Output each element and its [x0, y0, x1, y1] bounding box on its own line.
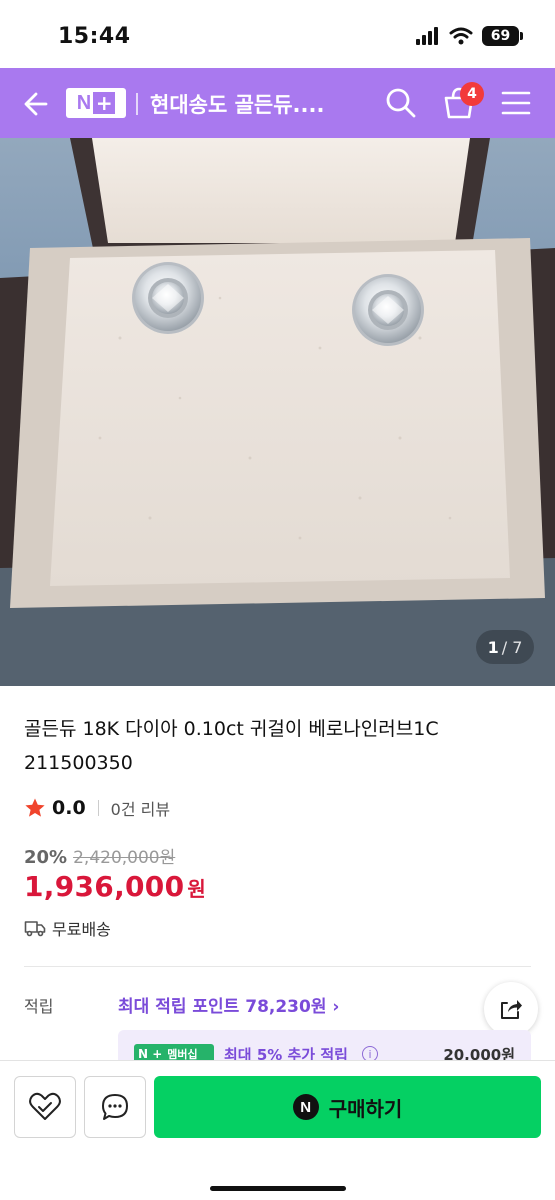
right-earring [352, 274, 424, 346]
points-label: 적립 [24, 997, 54, 1016]
sale-price-unit: 원 [187, 877, 206, 901]
back-arrow-icon[interactable] [18, 88, 50, 120]
status-icons: 69 [416, 26, 523, 46]
battery-level: 69 [490, 28, 511, 44]
sale-price-row: 1,936,000 원 [24, 870, 206, 903]
sale-price: 1,936,000 [24, 870, 185, 903]
review-count[interactable]: 0건 리뷰 [111, 796, 170, 820]
buy-button-label: 구매하기 [328, 1096, 403, 1121]
rating-value: 0.0 [52, 797, 86, 819]
delivery-info: 무료배송 [52, 920, 111, 939]
membership-badge-logo: N + [138, 1047, 163, 1061]
logo-n: N [76, 91, 92, 114]
image-counter: 1 / 7 [476, 630, 534, 664]
left-earring [132, 262, 204, 334]
delivery-row: 무료배송 [24, 916, 111, 940]
status-time: 15:44 [58, 24, 131, 49]
buy-button[interactable]: N 구매하기 [154, 1076, 541, 1138]
header-divider [136, 93, 138, 115]
discount-row: 20% 2,420,000원 [24, 843, 175, 868]
earring-photo [0, 138, 555, 686]
star-icon [25, 798, 45, 817]
share-button[interactable] [484, 982, 538, 1036]
product-image[interactable] [0, 138, 555, 686]
rating-separator [97, 800, 99, 816]
naver-pay-icon: N [292, 1094, 319, 1120]
section-divider [24, 966, 531, 967]
status-bar: 15:44 69 [0, 0, 555, 68]
cart-count: 4 [467, 86, 477, 102]
image-counter-total: / 7 [501, 637, 523, 657]
chat-icon [102, 1094, 128, 1120]
discount-rate: 20% [24, 847, 68, 868]
cellular-signal-icon [416, 27, 438, 45]
talk-button[interactable] [84, 1076, 146, 1138]
heart-icon [29, 1092, 61, 1120]
share-icon [501, 1000, 522, 1019]
image-counter-current: 1 [487, 637, 499, 657]
search-icon[interactable] [384, 86, 418, 120]
battery-icon: 69 [482, 26, 523, 46]
max-points-link[interactable]: 최대 적립 포인트 78,230원 › [118, 992, 339, 1017]
like-button[interactable] [14, 1076, 76, 1138]
product-name: 골든듀 18K 다이아 0.10ct 귀걸이 베로나인러브1C 21150035… [24, 718, 439, 774]
original-price: 2,420,000원 [73, 848, 176, 868]
truck-icon [24, 921, 46, 937]
cart-count-badge: 4 [460, 82, 484, 106]
wifi-icon [449, 27, 473, 45]
home-indicator [210, 1186, 346, 1191]
logo-plus: + [93, 92, 116, 114]
app-header: N + 현대송도 골든듀.... 4 [0, 68, 555, 138]
rating-row[interactable]: 0.0 0건 리뷰 [24, 796, 170, 820]
menu-icon[interactable] [500, 88, 532, 118]
store-title[interactable]: 현대송도 골든듀.... [150, 89, 324, 119]
naver-plus-logo[interactable]: N + [66, 88, 126, 118]
bottom-action-bar: N 구매하기 [0, 1060, 555, 1200]
